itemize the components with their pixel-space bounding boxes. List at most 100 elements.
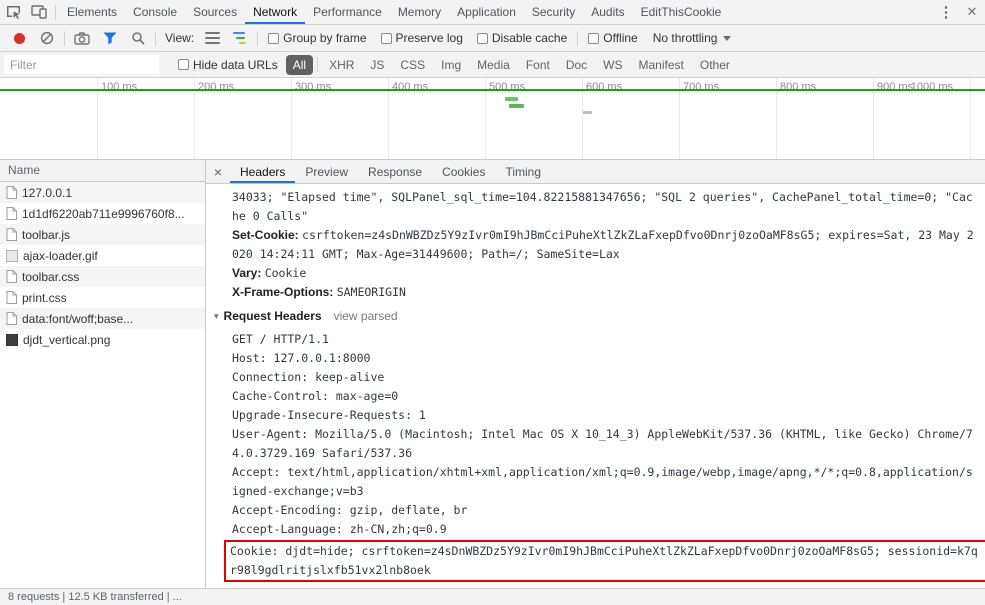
tab-headers[interactable]: Headers bbox=[230, 160, 295, 183]
tab-preview[interactable]: Preview bbox=[295, 160, 358, 183]
request-row[interactable]: 127.0.0.1 bbox=[0, 182, 205, 203]
request-name: print.css bbox=[22, 290, 67, 305]
raw-request-line: GET / HTTP/1.1 bbox=[232, 332, 329, 346]
request-headers-title: Request Headers bbox=[223, 309, 322, 323]
throttling-select[interactable]: No throttling bbox=[653, 31, 732, 45]
network-main-area: Name 127.0.0.1 1d1df6220ab711e9996760f8.… bbox=[0, 160, 985, 588]
view-parsed-link[interactable]: view parsed bbox=[334, 307, 398, 326]
preserve-log-label: Preserve log bbox=[395, 31, 463, 45]
headers-pane: 34033; "Elapsed time", SQLPanel_sql_time… bbox=[206, 184, 985, 588]
tab-cookies[interactable]: Cookies bbox=[432, 160, 495, 183]
show-overview-button[interactable] bbox=[226, 32, 254, 44]
filter-type-all[interactable]: All bbox=[285, 54, 314, 75]
filter-type-other[interactable]: Other bbox=[693, 55, 737, 75]
request-name: toolbar.js bbox=[22, 227, 71, 242]
network-overview-timeline[interactable]: 100 ms 200 ms 300 ms 400 ms 500 ms 600 m… bbox=[0, 78, 985, 160]
tab-memory[interactable]: Memory bbox=[390, 0, 449, 24]
network-summary-bar: 8 requests | 12.5 KB transferred | ... bbox=[0, 588, 985, 605]
use-small-rows-button[interactable] bbox=[198, 32, 226, 44]
raw-request-line: Connection: keep-alive bbox=[232, 370, 385, 384]
header-name: Set-Cookie: bbox=[232, 228, 299, 242]
response-header-row: Set-Cookie: csrftoken=z4sDnWBZDz5Y9zIvr0… bbox=[232, 226, 977, 264]
filter-type-font[interactable]: Font bbox=[519, 55, 557, 75]
tab-network[interactable]: Network bbox=[245, 0, 305, 24]
funnel-icon bbox=[103, 32, 117, 44]
filter-input[interactable] bbox=[4, 55, 159, 74]
request-row[interactable]: toolbar.css bbox=[0, 266, 205, 287]
device-toolbar-button[interactable] bbox=[26, 0, 52, 24]
close-icon: ✕ bbox=[966, 4, 978, 19]
hide-data-urls-checkbox[interactable]: Hide data URLs bbox=[178, 58, 278, 72]
record-icon bbox=[13, 32, 25, 44]
tab-console[interactable]: Console bbox=[125, 0, 185, 24]
details-tabbar: × Headers Preview Response Cookies Timin… bbox=[206, 160, 985, 184]
tab-response[interactable]: Response bbox=[358, 160, 432, 183]
checkbox-box bbox=[380, 32, 392, 44]
view-label: View: bbox=[165, 31, 195, 45]
filter-type-img[interactable]: Img bbox=[434, 55, 468, 75]
timeline-tick-label: 400 ms bbox=[392, 81, 429, 93]
tab-performance[interactable]: Performance bbox=[305, 0, 390, 24]
response-header-row: X-Frame-Options: SAMEORIGIN bbox=[232, 283, 977, 302]
header-value: Cookie bbox=[264, 266, 307, 280]
filter-type-js[interactable]: JS bbox=[363, 55, 391, 75]
separator bbox=[317, 57, 319, 72]
script-icon bbox=[6, 228, 17, 241]
search-button[interactable] bbox=[124, 31, 152, 45]
disable-cache-checkbox[interactable]: Disable cache bbox=[476, 31, 567, 45]
cookie-highlight-box: Cookie: djdt=hide; csrftoken=z4sDnWBZDz5… bbox=[224, 540, 985, 582]
separator bbox=[55, 4, 56, 20]
filter-type-media[interactable]: Media bbox=[470, 55, 517, 75]
timeline-tick-label: 500 ms bbox=[489, 81, 526, 93]
inspect-element-button[interactable] bbox=[0, 0, 26, 24]
filter-type-xhr[interactable]: XHR bbox=[322, 55, 361, 75]
name-column-header[interactable]: Name bbox=[0, 160, 205, 182]
close-icon: × bbox=[213, 163, 223, 180]
device-toolbar-icon bbox=[31, 5, 47, 19]
tab-timing[interactable]: Timing bbox=[495, 160, 551, 183]
timeline-tick-label: 800 ms bbox=[780, 81, 817, 93]
close-details-button[interactable]: × bbox=[206, 160, 230, 183]
close-devtools-button[interactable]: ✕ bbox=[959, 0, 985, 24]
more-options-button[interactable]: ⋮ bbox=[933, 0, 959, 24]
response-header-row: Vary: Cookie bbox=[232, 264, 977, 283]
tab-security[interactable]: Security bbox=[524, 0, 583, 24]
filter-toggle-button[interactable] bbox=[96, 32, 124, 45]
offline-checkbox[interactable]: Offline bbox=[588, 31, 638, 45]
raw-request-line: User-Agent: Mozilla/5.0 (Macintosh; Inte… bbox=[232, 427, 973, 460]
network-filter-bar: Hide data URLs All XHR JS CSS Img Media … bbox=[0, 52, 985, 78]
request-name: ajax-loader.gif bbox=[23, 248, 98, 263]
raw-request-line: Upgrade-Insecure-Requests: 1 bbox=[232, 408, 426, 422]
tab-editthiscookie[interactable]: EditThisCookie bbox=[633, 0, 730, 24]
devtools-tabbar: Elements Console Sources Network Perform… bbox=[0, 0, 985, 25]
tab-audits[interactable]: Audits bbox=[583, 0, 632, 24]
small-rows-icon bbox=[204, 32, 220, 44]
tab-elements[interactable]: Elements bbox=[59, 0, 125, 24]
tabbar-right-controls: ⋮ ✕ bbox=[933, 0, 985, 24]
filter-type-doc[interactable]: Doc bbox=[559, 55, 594, 75]
request-row[interactable]: data:font/woff;base... bbox=[0, 308, 205, 329]
filter-type-ws[interactable]: WS bbox=[596, 55, 629, 75]
request-name: djdt_vertical.png bbox=[23, 332, 111, 347]
request-name: toolbar.css bbox=[22, 269, 80, 284]
disclosure-triangle-icon[interactable]: ▾ bbox=[214, 307, 219, 326]
header-name: Vary: bbox=[232, 266, 262, 280]
tab-application[interactable]: Application bbox=[449, 0, 524, 24]
request-row[interactable]: 1d1df6220ab711e9996760f8... bbox=[0, 203, 205, 224]
record-network-log-button[interactable] bbox=[5, 32, 33, 44]
tab-sources[interactable]: Sources bbox=[185, 0, 245, 24]
clear-network-log-button[interactable] bbox=[33, 31, 61, 45]
separator bbox=[64, 30, 65, 46]
header-value: SAMEORIGIN bbox=[336, 285, 406, 299]
filter-type-css[interactable]: CSS bbox=[393, 55, 432, 75]
request-row[interactable]: toolbar.js bbox=[0, 224, 205, 245]
filter-type-manifest[interactable]: Manifest bbox=[632, 55, 691, 75]
capture-screenshots-button[interactable] bbox=[68, 31, 96, 45]
header-value: csrftoken=z4sDnWBZDz5Y9zIvr0mI9hJBmCciPu… bbox=[232, 228, 974, 261]
preserve-log-checkbox[interactable]: Preserve log bbox=[380, 31, 463, 45]
request-row[interactable]: ajax-loader.gif bbox=[0, 245, 205, 266]
chevron-down-icon bbox=[723, 35, 732, 41]
request-row[interactable]: print.css bbox=[0, 287, 205, 308]
group-by-frame-checkbox[interactable]: Group by frame bbox=[268, 31, 367, 45]
request-row[interactable]: djdt_vertical.png bbox=[0, 329, 205, 350]
